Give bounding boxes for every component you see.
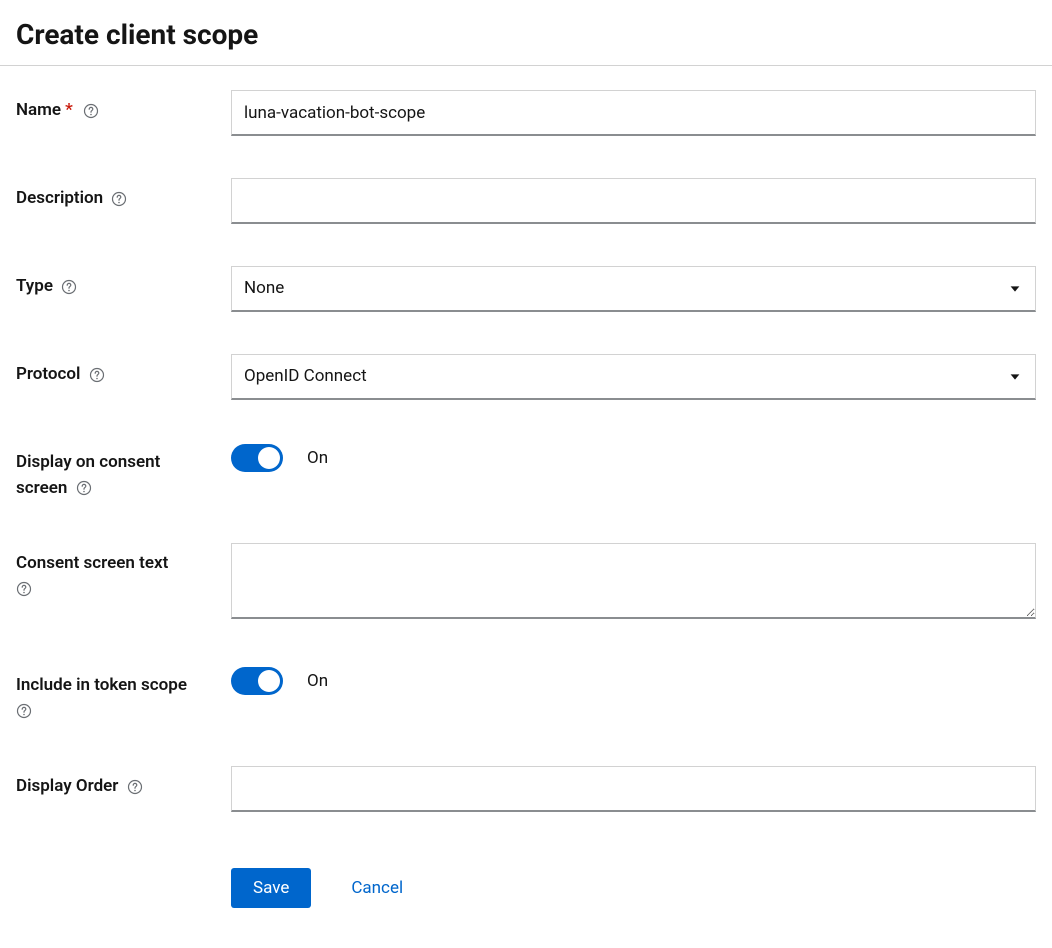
row-display-consent: Display on consent screen On <box>16 442 1036 501</box>
description-input[interactable] <box>231 178 1036 224</box>
help-icon[interactable] <box>127 779 143 795</box>
row-name: Name* <box>16 90 1036 136</box>
form-actions: Save Cancel <box>16 868 1036 908</box>
consent-text-input[interactable] <box>231 543 1036 619</box>
label-consent-text: Consent screen text <box>16 543 231 602</box>
help-icon[interactable] <box>16 703 32 719</box>
create-scope-form: Name* Description Type None <box>16 90 1036 908</box>
row-include-token: Include in token scope On <box>16 665 1036 724</box>
row-description: Description <box>16 178 1036 224</box>
save-button[interactable]: Save <box>231 868 311 908</box>
help-icon[interactable] <box>83 103 99 119</box>
switch-knob <box>258 447 280 469</box>
label-description: Description <box>16 178 231 212</box>
label-display-consent: Display on consent screen <box>16 442 231 501</box>
type-select[interactable]: None <box>231 266 1036 312</box>
required-mark: * <box>65 100 73 120</box>
name-input[interactable] <box>231 90 1036 136</box>
include-token-toggle[interactable] <box>231 667 283 695</box>
display-consent-toggle[interactable] <box>231 444 283 472</box>
page-title: Create client scope <box>16 18 1036 65</box>
help-icon[interactable] <box>89 367 105 383</box>
label-include-token: Include in token scope <box>16 665 231 724</box>
help-icon[interactable] <box>16 581 32 597</box>
display-consent-state: On <box>307 448 328 468</box>
row-display-order: Display Order <box>16 766 1036 812</box>
label-display-order: Display Order <box>16 766 231 800</box>
label-protocol: Protocol <box>16 354 231 388</box>
help-icon[interactable] <box>111 191 127 207</box>
switch-knob <box>258 670 280 692</box>
help-icon[interactable] <box>76 480 92 496</box>
row-protocol: Protocol OpenID Connect <box>16 354 1036 400</box>
help-icon[interactable] <box>61 279 77 295</box>
cancel-button[interactable]: Cancel <box>351 878 403 898</box>
row-type: Type None <box>16 266 1036 312</box>
protocol-select[interactable]: OpenID Connect <box>231 354 1036 400</box>
include-token-state: On <box>307 671 328 691</box>
display-order-input[interactable] <box>231 766 1036 812</box>
label-type: Type <box>16 266 231 300</box>
divider <box>0 65 1052 66</box>
row-consent-text: Consent screen text <box>16 543 1036 623</box>
label-name: Name* <box>16 90 231 124</box>
